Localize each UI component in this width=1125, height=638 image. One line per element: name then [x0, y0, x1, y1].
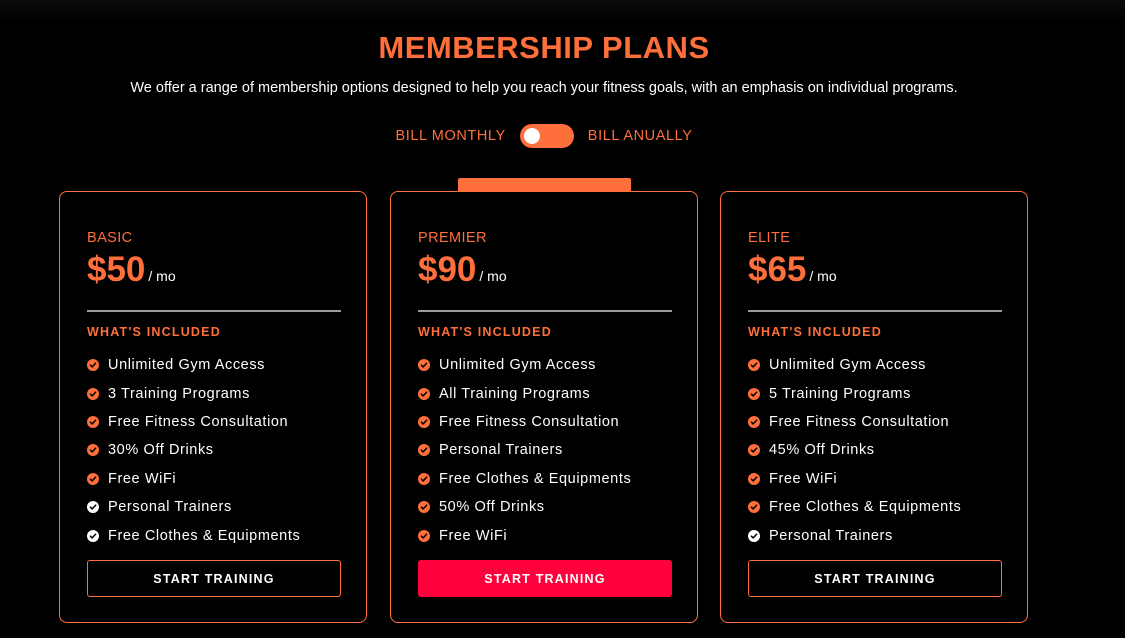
feature-text: 50% Off Drinks — [439, 499, 545, 516]
billing-toggle-row: BILL MONTHLY BILL ANUALLY — [0, 124, 1088, 148]
feature-text: Free Clothes & Equipments — [108, 527, 301, 544]
price-row: $50 / mo — [87, 250, 176, 290]
page-subtitle: We offer a range of membership options d… — [130, 80, 958, 96]
check-circle-icon — [418, 387, 430, 400]
feature-list: Unlimited Gym Access 5 Training Programs F… — [748, 351, 961, 550]
whats-included-heading: WHAT'S INCLUDED — [87, 325, 221, 339]
feature-text: Free Fitness Consultation — [108, 413, 289, 430]
plan-card-basic: BASIC $50 / mo WHAT'S INCLUDED Unlimited… — [59, 191, 367, 623]
plan-name: ELITE — [748, 230, 791, 246]
feature-item: 50% Off Drinks — [418, 493, 631, 521]
plan-price: $65 — [748, 250, 807, 289]
feature-item: Unlimited Gym Access — [748, 351, 961, 379]
feature-item: All Training Programs — [418, 379, 631, 407]
check-circle-icon — [418, 529, 430, 542]
feature-text: Personal Trainers — [439, 442, 563, 459]
check-circle-icon — [87, 501, 99, 514]
price-period: / mo — [148, 268, 176, 284]
feature-item: 30% Off Drinks — [87, 436, 300, 464]
price-row: $65 / mo — [748, 250, 837, 290]
feature-text: Unlimited Gym Access — [108, 357, 266, 374]
feature-item: Free Fitness Consultation — [418, 408, 631, 436]
billing-toggle[interactable] — [519, 124, 574, 148]
check-circle-icon — [418, 359, 430, 372]
check-circle-icon — [418, 415, 430, 428]
feature-item: Unlimited Gym Access — [87, 351, 300, 379]
plan-price: $90 — [418, 250, 477, 289]
feature-item: Free WiFi — [418, 521, 631, 549]
check-circle-icon — [87, 444, 99, 457]
plan-price: $50 — [87, 250, 146, 289]
plan-name: PREMIER — [418, 230, 487, 246]
feature-text: Free Fitness Consultation — [769, 413, 950, 430]
divider — [87, 310, 341, 312]
divider — [418, 310, 672, 312]
feature-text: 3 Training Programs — [108, 385, 250, 402]
feature-item: Free WiFi — [748, 465, 961, 493]
feature-item: Free Clothes & Equipments — [418, 465, 631, 493]
feature-item: 3 Training Programs — [87, 379, 300, 407]
toggle-knob — [523, 128, 540, 144]
divider — [748, 310, 1002, 312]
whats-included-heading: WHAT'S INCLUDED — [748, 325, 882, 339]
feature-item: Free WiFi — [87, 465, 300, 493]
feature-text: Personal Trainers — [108, 499, 232, 516]
feature-item: Free Clothes & Equipments — [87, 521, 300, 549]
feature-item: Unlimited Gym Access — [418, 351, 631, 379]
check-circle-icon — [87, 415, 99, 428]
check-circle-icon — [418, 472, 430, 485]
bill-annually-label[interactable]: BILL ANUALLY — [588, 128, 693, 144]
plan-card-premier: PREMIER $90 / mo WHAT'S INCLUDED Unlimit… — [390, 191, 698, 623]
feature-item: Personal Trainers — [748, 521, 961, 549]
whats-included-heading: WHAT'S INCLUDED — [418, 325, 552, 339]
check-circle-icon — [748, 415, 760, 428]
price-period: / mo — [809, 268, 837, 284]
feature-text: Unlimited Gym Access — [769, 357, 927, 374]
plan-card-elite: ELITE $65 / mo WHAT'S INCLUDED Unlimited… — [720, 191, 1028, 623]
start-training-button[interactable]: START TRAINING — [87, 560, 341, 597]
feature-item: Personal Trainers — [87, 493, 300, 521]
check-circle-icon — [748, 359, 760, 372]
feature-text: 5 Training Programs — [769, 385, 911, 402]
plan-name: BASIC — [87, 230, 133, 246]
check-circle-icon — [748, 387, 760, 400]
feature-text: Free Clothes & Equipments — [769, 499, 962, 516]
check-circle-icon — [748, 472, 760, 485]
feature-text: 30% Off Drinks — [108, 442, 214, 459]
check-circle-icon — [87, 472, 99, 485]
feature-list: Unlimited Gym Access 3 Training Programs F… — [87, 351, 300, 550]
feature-text: 45% Off Drinks — [769, 442, 875, 459]
check-circle-icon — [87, 529, 99, 542]
feature-item: Personal Trainers — [418, 436, 631, 464]
check-circle-icon — [87, 359, 99, 372]
feature-list: Unlimited Gym Access All Training Program… — [418, 351, 631, 550]
check-circle-icon — [418, 501, 430, 514]
feature-item: 45% Off Drinks — [748, 436, 961, 464]
check-circle-icon — [418, 444, 430, 457]
check-circle-icon — [748, 529, 760, 542]
page-title: MEMBERSHIP PLANS — [378, 30, 710, 65]
feature-item: 5 Training Programs — [748, 379, 961, 407]
feature-text: Unlimited Gym Access — [439, 357, 597, 374]
feature-text: Free Clothes & Equipments — [439, 470, 632, 487]
bill-monthly-label[interactable]: BILL MONTHLY — [395, 128, 505, 144]
price-period: / mo — [479, 268, 507, 284]
feature-text: Free WiFi — [439, 527, 508, 544]
feature-text: Free WiFi — [769, 470, 838, 487]
top-bar — [0, 0, 1125, 22]
start-training-button[interactable]: START TRAINING — [748, 560, 1002, 597]
check-circle-icon — [748, 501, 760, 514]
feature-item: Free Fitness Consultation — [748, 408, 961, 436]
feature-text: Personal Trainers — [769, 527, 893, 544]
feature-item: Free Fitness Consultation — [87, 408, 300, 436]
feature-text: All Training Programs — [439, 385, 591, 402]
start-training-button[interactable]: START TRAINING — [418, 560, 672, 597]
price-row: $90 / mo — [418, 250, 507, 290]
feature-text: Free WiFi — [108, 470, 177, 487]
feature-item: Free Clothes & Equipments — [748, 493, 961, 521]
check-circle-icon — [87, 387, 99, 400]
check-circle-icon — [748, 444, 760, 457]
feature-text: Free Fitness Consultation — [439, 413, 620, 430]
